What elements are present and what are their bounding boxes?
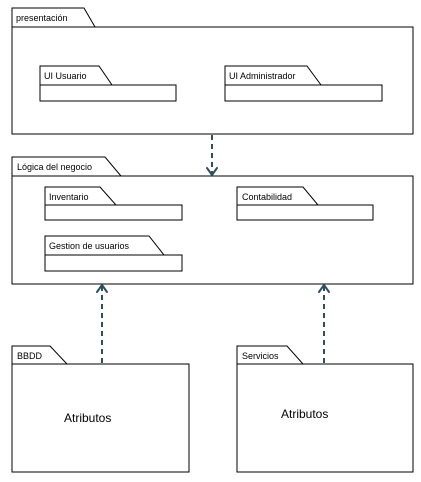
package-presentacion-label: presentación	[16, 13, 68, 23]
package-contabilidad-body	[236, 204, 374, 221]
dependency-presentacion-to-logica	[206, 135, 218, 176]
package-ui-administrador-body	[224, 84, 383, 102]
package-servicios: Servicios Atributos	[236, 345, 414, 473]
package-ui-administrador-label: UI Administrador	[229, 71, 296, 81]
package-gestion-usuarios-label: Gestion de usuarios	[49, 241, 130, 251]
package-ui-usuario-body	[39, 84, 177, 102]
package-bbdd-attributes: Atributos	[64, 411, 111, 425]
package-bbdd: BBDD Atributos	[11, 345, 190, 473]
package-logica-negocio-label: Lógica del negocio	[17, 162, 92, 172]
package-inventario-body	[44, 204, 183, 221]
package-servicios-label: Servicios	[242, 351, 279, 361]
package-servicios-attributes: Atributos	[281, 407, 328, 421]
dependency-bbdd-to-logica	[96, 284, 108, 363]
package-diagram: presentación UI Usuario UI Administrador…	[11, 7, 414, 473]
package-bbdd-label: BBDD	[17, 351, 43, 361]
package-contabilidad-label: Contabilidad	[242, 192, 292, 202]
package-gestion-usuarios-body	[44, 254, 183, 272]
package-inventario-label: Inventario	[49, 192, 89, 202]
package-ui-usuario-label: UI Usuario	[44, 71, 87, 81]
dependency-servicios-to-logica	[318, 284, 330, 363]
